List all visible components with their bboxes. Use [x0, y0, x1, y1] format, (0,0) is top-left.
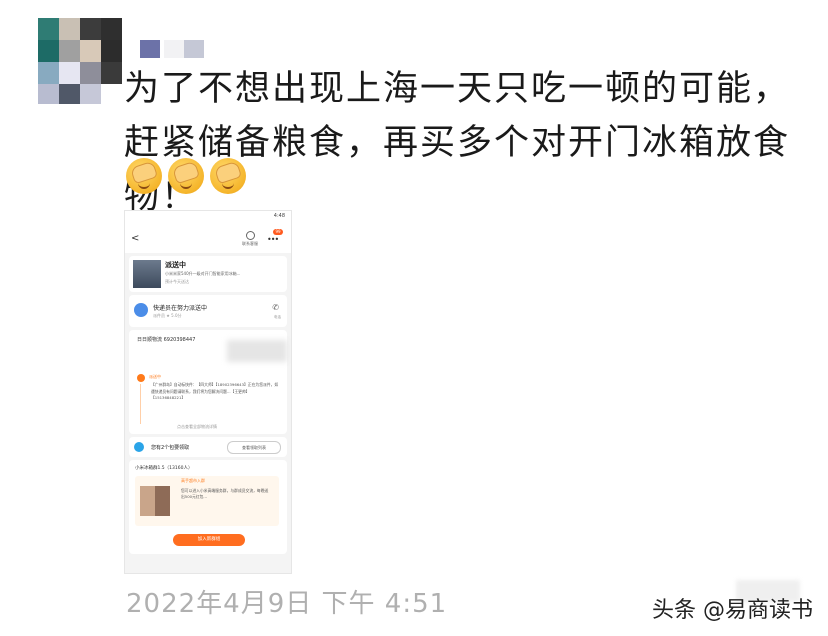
phone-status-bar: 4:48 [125, 211, 291, 227]
redacted-region [227, 340, 287, 362]
facepalm-icon [126, 158, 162, 194]
post-timestamp: 2022年4月9日 下午 4:51 [126, 589, 448, 619]
facepalm-icon [168, 158, 204, 194]
notification-badge: 99 [273, 229, 283, 235]
courier-avatar-icon [134, 303, 148, 317]
avatar[interactable] [38, 18, 122, 104]
tracking-card: 日日顺物流 6920398447 派送中 【广州群岛】自动标快件：【四大师】【1… [129, 330, 287, 434]
coupon-icon [134, 442, 144, 452]
phone-nav-bar: < 联系客服 ••• 99 [125, 227, 291, 253]
phone-icon: ✆ [272, 303, 279, 312]
group-avatars [140, 486, 170, 516]
coupon-card: 您有2个包要领取 查看领取列表 [129, 437, 287, 457]
service-icon: 联系客服 [241, 231, 259, 247]
order-card: 派送中 小米米家540升一级对开门智能家用冰箱... 预计今天送达 [129, 256, 287, 292]
more-icon: ••• [267, 235, 279, 244]
facepalm-icon [210, 158, 246, 194]
group-card: 小米冰箱群1.5（13160人） 高手超市入群 您可以进入小米高端服务群，与群成… [129, 460, 287, 554]
status-dot-icon [137, 374, 145, 382]
watermark: 头条 @易商读书 [652, 598, 813, 623]
embedded-screenshot[interactable]: 4:48 < 联系客服 ••• 99 派送中 小米米家540升一级对开门智能家用… [124, 210, 292, 574]
back-icon: < [131, 233, 140, 244]
courier-card: 快递员在努力派送中 派件员 ★ 5.0分 ✆ 电话 [129, 295, 287, 327]
post-text: 为了不想出现上海一天只吃一顿的可能，赶紧储备粮食，再买多个对开门冰箱放食物！ [124, 69, 791, 217]
username-blurred[interactable] [140, 40, 210, 58]
product-thumbnail [133, 260, 161, 288]
